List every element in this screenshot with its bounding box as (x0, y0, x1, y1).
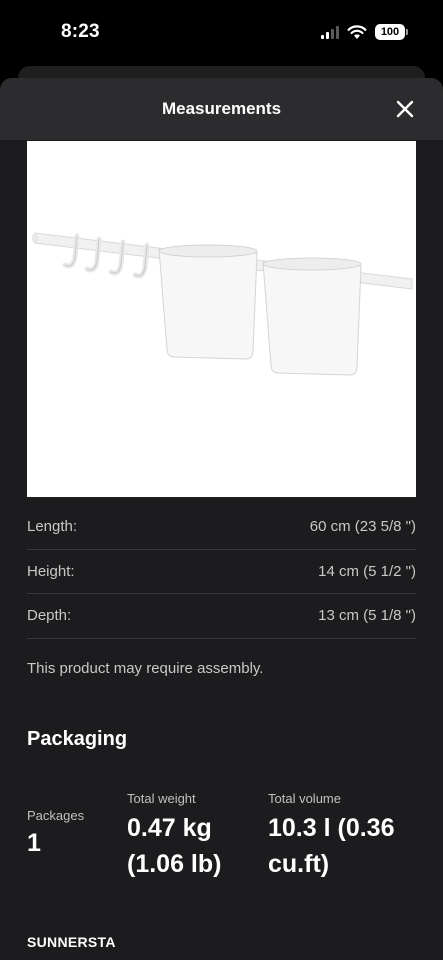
packages-value: 1 (27, 829, 41, 857)
dimension-value: 60 cm (23 5/8 ") (309, 518, 416, 536)
total-volume-value-line1: 10.3 l (0.36 (268, 814, 395, 842)
product-image (27, 141, 416, 497)
dimension-label: Length: (27, 518, 78, 536)
total-weight-block: Total weight 0.47 kg (1.06 lb) (127, 791, 221, 882)
total-volume-block: Total volume 10.3 l (0.36 cu.ft) (268, 791, 394, 882)
dimension-value: 14 cm (5 1/2 ") (318, 562, 416, 580)
dimension-label: Height: (27, 562, 75, 580)
total-weight-value-line1: 0.47 kg (127, 814, 212, 842)
dimensions-list: Length: 60 cm (23 5/8 ") Height: 14 cm (… (27, 505, 416, 639)
packages-block: Packages 1 (27, 808, 84, 861)
total-weight-value-line2: (1.06 lb) (127, 850, 222, 878)
cellular-signal-icon (321, 25, 339, 39)
dimension-row-depth: Depth: 13 cm (5 1/8 ") (27, 594, 416, 639)
wifi-icon (347, 24, 367, 39)
sheet-title: Measurements (161, 99, 282, 118)
packages-label: Packages (27, 808, 85, 823)
product-illustration (32, 232, 413, 376)
close-icon (396, 100, 414, 118)
dimension-value: 13 cm (5 1/8 ") (318, 607, 416, 625)
measurements-sheet: Measurements Length: 60 cm (23 5/8 ") He… (0, 78, 443, 960)
status-time: 8:23 (61, 21, 100, 42)
close-button[interactable] (393, 97, 417, 121)
status-bar: 8:23 100 (0, 0, 443, 66)
sheet-header: Measurements (0, 78, 443, 140)
total-volume-value-line2: cu.ft) (268, 850, 330, 878)
dimension-label: Depth: (27, 607, 72, 625)
status-icons: 100 (321, 24, 408, 40)
product-section-name: SUNNERSTA (27, 934, 116, 950)
dimension-row-height: Height: 14 cm (5 1/2 ") (27, 550, 416, 594)
battery-icon: 100 (375, 24, 408, 40)
assembly-note: This product may require assembly. (27, 660, 264, 677)
total-weight-label: Total weight (127, 791, 196, 806)
total-volume-label: Total volume (268, 791, 341, 806)
packaging-heading: Packaging (27, 728, 128, 750)
dimension-row-length: Length: 60 cm (23 5/8 ") (27, 505, 416, 550)
